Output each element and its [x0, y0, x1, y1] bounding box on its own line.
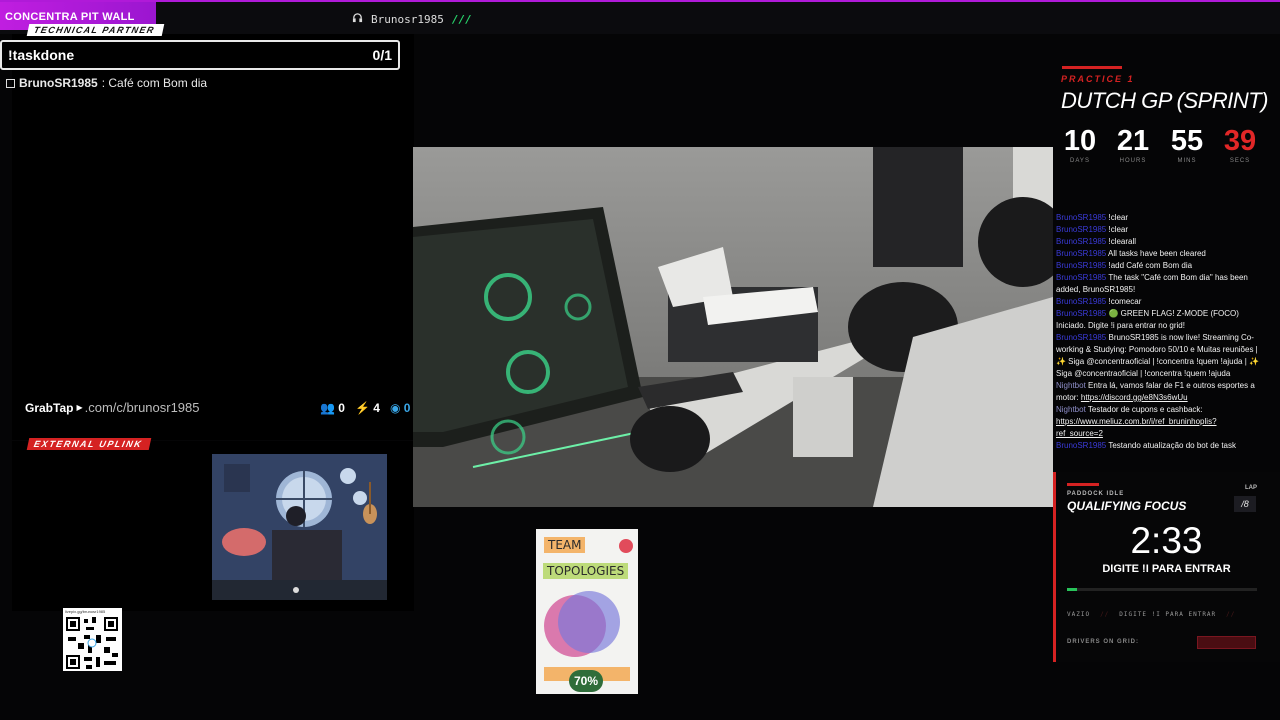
chat-text: !clear	[1108, 225, 1129, 234]
chat-text: Testador de cupons e cashback:	[1087, 405, 1203, 414]
external-uplink-video[interactable]	[212, 454, 387, 600]
chat-text: Testando atualização do bot de task	[1108, 441, 1236, 450]
chat-message: BrunoSR1985 !comecar	[1056, 296, 1262, 308]
live-icon: ◉	[389, 401, 401, 415]
grabtap-stats: 👥 0 ⚡ 4 ◉ 0	[320, 401, 410, 415]
qualifying-lap-label: LAP	[1245, 485, 1257, 491]
headphones-icon	[352, 12, 363, 26]
book-title-line2: TOPOLOGIES	[543, 563, 629, 579]
chat-username: BrunoSR1985	[1056, 225, 1109, 234]
chat-message: BrunoSR1985 !clear	[1056, 212, 1262, 224]
countdown-days: 10 DAYS	[1063, 125, 1097, 164]
task-count: 0/1	[372, 47, 392, 63]
f1-gp-title: DUTCH GP (SPRINT)	[1061, 88, 1269, 113]
book-cover: TEAM TOPOLOGIES 70%	[536, 529, 638, 694]
tech-partner-label: TECHNICAL PARTNER	[26, 24, 165, 36]
chat-message: BrunoSR1985 All tasks have been cleared	[1056, 248, 1262, 260]
task-text: : Café com Bom dia	[101, 76, 208, 90]
qualifying-title: QUALIFYING FOCUS	[1067, 499, 1187, 513]
task-command: !taskdone	[8, 47, 75, 63]
qualifying-progress-fill	[1067, 588, 1077, 591]
chat-username: BrunoSR1985	[1056, 213, 1109, 222]
chat-message: BrunoSR1985 BrunoSR1985 is now live! Str…	[1056, 332, 1262, 380]
qualifying-timer: 2:33	[1130, 520, 1203, 561]
chat-username: BrunoSR1985	[1056, 309, 1109, 318]
grabtap-url: .com/c/brunosr1985	[84, 400, 200, 415]
qualifying-status: VAZIO // DIGITE !I PARA ENTRAR //	[1067, 611, 1235, 618]
grabtap-link[interactable]: GrabTap ▶ .com/c/brunosr1985	[25, 400, 200, 415]
qualifying-drivers: DRIVERS ON GRID:	[1067, 639, 1140, 645]
chat-username: BrunoSR1985	[1056, 441, 1109, 450]
qualifying-status-left: VAZIO	[1067, 611, 1091, 618]
chat-text: !add Café com Bom dia	[1108, 261, 1193, 270]
bolts-stat: ⚡ 4	[354, 401, 380, 415]
chat-message: BrunoSR1985 Testando atualização do bot …	[1056, 440, 1262, 452]
qualifying-paddock: PADDOCK IDLE	[1067, 491, 1125, 497]
chat-message: BrunoSR1985 !clear	[1056, 224, 1262, 236]
qualifying-status-right: DIGITE !I PARA ENTRAR	[1119, 611, 1217, 618]
chat-feed: BrunoSR1985 !clear BrunoSR1985 !clear Brun…	[1056, 212, 1262, 452]
countdown-secs: 39 SECS	[1223, 125, 1257, 164]
book-circle	[558, 591, 620, 653]
chat-username: BrunoSR1985	[1056, 237, 1109, 246]
chat-text: !clear	[1108, 213, 1129, 222]
chat-link[interactable]: https://www.meliuz.com.br/i/ref_bruninho…	[1056, 417, 1217, 438]
now-playing-slashes: ///	[451, 12, 472, 26]
countdown-mins: 55 MINS	[1170, 125, 1204, 164]
qualifying-progress-bar	[1067, 588, 1257, 591]
book-progress-badge: 70%	[569, 670, 603, 692]
chat-username: BrunoSR1985	[1056, 261, 1109, 270]
now-playing-channel: Brunosr1985	[371, 12, 444, 26]
users-icon: 👥	[320, 401, 335, 415]
live-stat: ◉ 0	[389, 401, 411, 415]
status-separator: //	[1226, 611, 1236, 618]
chat-text: !clearall	[1108, 237, 1137, 246]
chat-link[interactable]: https://discord.gg/e8N3s6wUu	[1081, 393, 1188, 402]
task-checkbox[interactable]	[6, 78, 15, 88]
task-panel	[12, 34, 414, 440]
chat-username: BrunoSR1985	[1056, 249, 1109, 258]
task-item[interactable]: BrunoSR1985: Café com Bom dia	[6, 76, 207, 90]
chat-username: Nightbot	[1056, 381, 1089, 390]
f1-session: PRACTICE 1	[1061, 74, 1135, 84]
chat-message: BrunoSR1985 !clearall	[1056, 236, 1262, 248]
status-separator: //	[1100, 611, 1110, 618]
chat-username: BrunoSR1985	[1056, 297, 1109, 306]
task-user: BrunoSR1985	[19, 76, 98, 90]
qualifying-accent-line	[1067, 483, 1099, 486]
chat-message: BrunoSR1985 🟢 GREEN FLAG! Z-MODE (FOCO) …	[1056, 308, 1262, 332]
chat-message: Nightbot Testador de cupons e cashback: …	[1056, 404, 1262, 440]
qualifying-join-button[interactable]	[1197, 636, 1256, 649]
chat-message: Nightbot Entra lá, vamos falar de F1 e o…	[1056, 380, 1262, 404]
qualifying-hint: DIGITE !I PARA ENTRAR	[1102, 563, 1231, 575]
webcam-feed	[413, 147, 1053, 507]
top-bar	[0, 0, 1280, 34]
chat-username: BrunoSR1985	[1056, 273, 1109, 282]
bolt-icon: ⚡	[354, 401, 370, 415]
grabtap-logo: GrabTap	[25, 400, 74, 415]
countdown-hours: 21 HOURS	[1116, 125, 1150, 164]
chat-username: BrunoSR1985	[1056, 333, 1109, 342]
chat-text: !comecar	[1108, 297, 1142, 306]
qr-code[interactable]: livepix.gg/brunosr1985	[63, 608, 122, 671]
chat-message: BrunoSR1985 The task "Café com Bom dia" …	[1056, 272, 1262, 296]
f1-accent-line	[1062, 66, 1122, 69]
grabtap-logo-icon: ▶	[76, 403, 83, 412]
viewers-stat: 👥 0	[320, 401, 345, 415]
qualifying-lap-value: /8	[1234, 496, 1256, 512]
chat-message: BrunoSR1985 !add Café com Bom dia	[1056, 260, 1262, 272]
chat-text: All tasks have been cleared	[1108, 249, 1206, 258]
book-title-line1: TEAM	[544, 537, 586, 553]
book-dot	[619, 539, 633, 553]
external-uplink-label: EXTERNAL UPLINK	[26, 438, 152, 450]
chat-username: Nightbot	[1056, 405, 1088, 414]
task-header: !taskdone 0/1	[0, 40, 400, 70]
now-playing: Brunosr1985 ///	[352, 12, 472, 26]
